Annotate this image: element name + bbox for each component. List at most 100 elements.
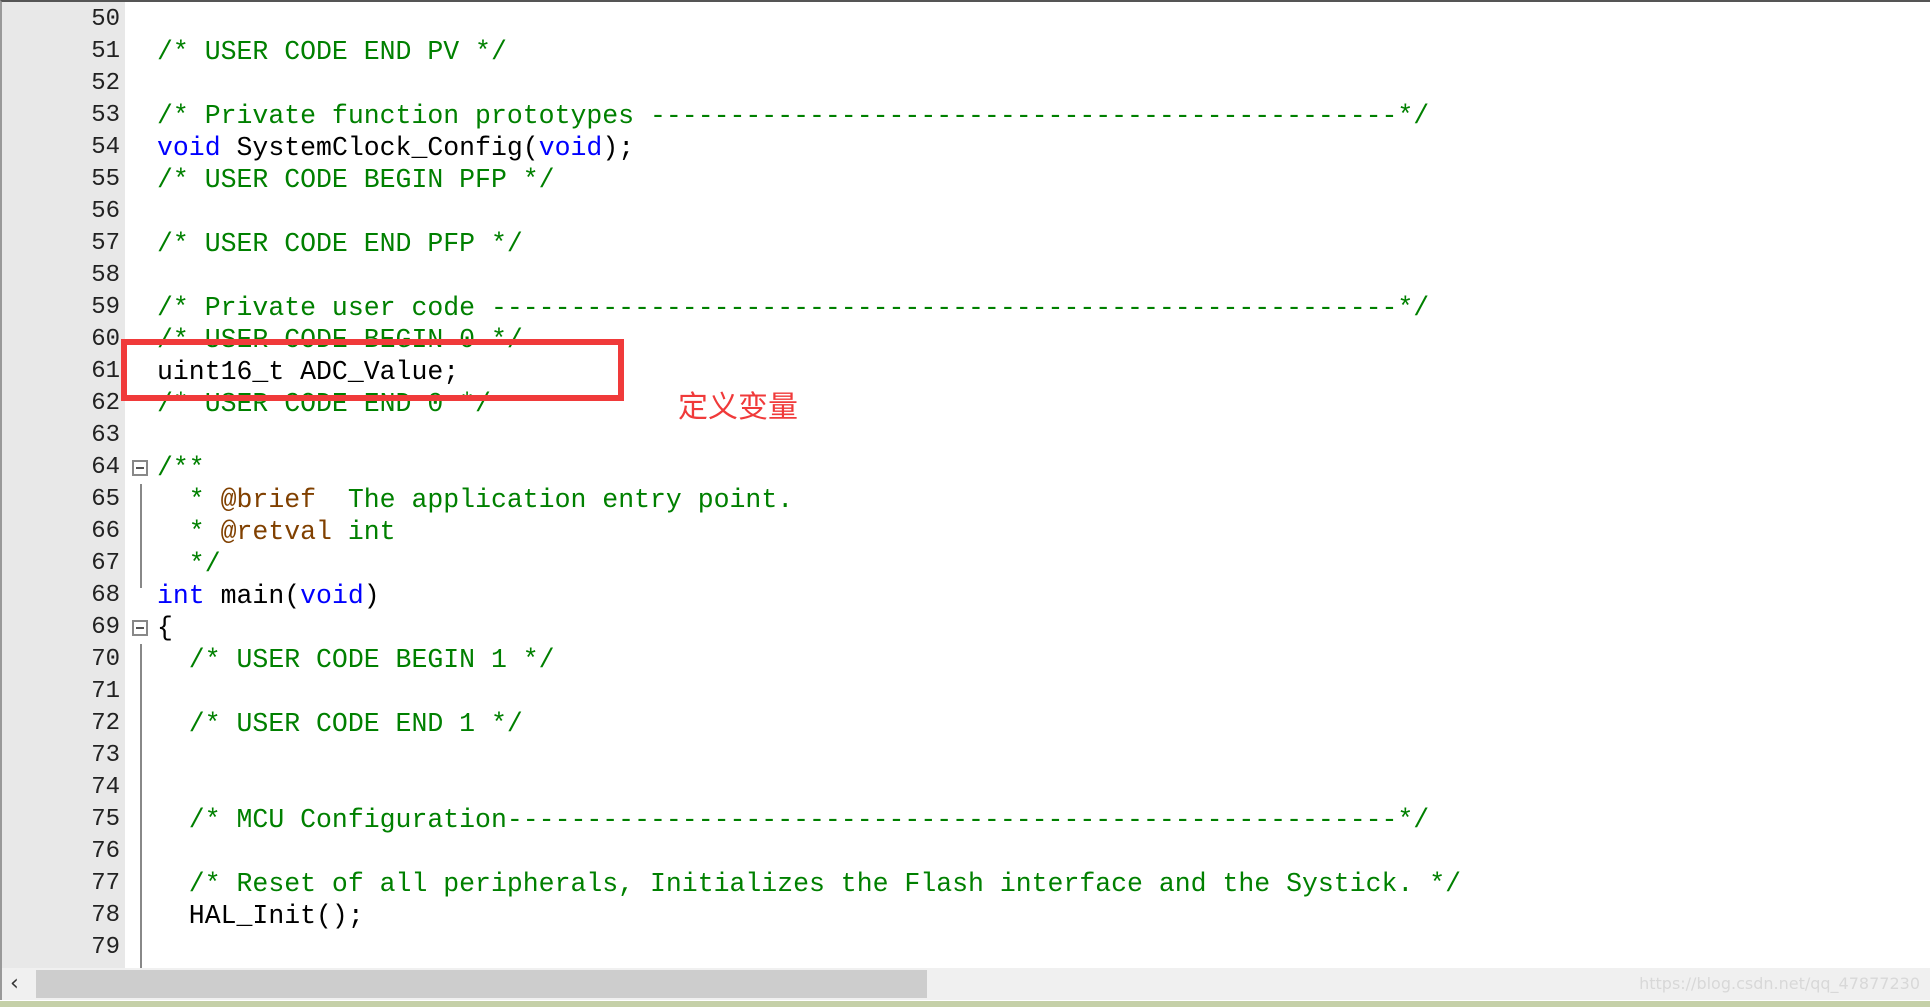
- code-token: /* USER CODE END 1 */: [157, 709, 523, 739]
- code-line: 78 HAL_Init();: [2, 900, 1930, 932]
- code-line: 58: [2, 260, 1930, 292]
- line-number: 66: [91, 518, 120, 545]
- code-token: );: [602, 133, 635, 163]
- code-token: /* USER CODE END PFP */: [157, 229, 523, 259]
- code-line: 51 /* USER CODE END PV */: [2, 36, 1930, 68]
- code-text: /* USER CODE END PFP */: [157, 228, 523, 260]
- code-line: 79: [2, 932, 1930, 964]
- scrollbar-thumb[interactable]: [36, 970, 927, 998]
- code-text: int main(void): [157, 580, 380, 612]
- code-text: /* USER CODE BEGIN PFP */: [157, 164, 555, 196]
- line-number: 63: [91, 422, 120, 449]
- code-text: /* Private function prototypes ---------…: [157, 100, 1429, 132]
- code-line: 52: [2, 68, 1930, 100]
- code-token: ): [363, 581, 380, 611]
- line-number: 77: [91, 870, 120, 897]
- line-number: 60: [91, 326, 120, 353]
- line-number: 70: [91, 646, 120, 673]
- code-text: /* USER CODE END 1 */: [157, 708, 523, 740]
- annotation-label: 定义变量: [678, 390, 798, 425]
- line-number: 79: [91, 934, 120, 961]
- code-text: * @brief The application entry point.: [157, 484, 793, 516]
- line-number: 75: [91, 806, 120, 833]
- line-number: 64: [91, 454, 120, 481]
- line-number: 76: [91, 838, 120, 865]
- code-token: @retval: [220, 517, 332, 547]
- code-token: /* Reset of all peripherals, Initializes…: [157, 869, 1462, 899]
- line-number: 74: [91, 774, 120, 801]
- code-token: */: [157, 549, 221, 579]
- watermark: https://blog.csdn.net/qq_47877230: [1639, 974, 1920, 993]
- code-text: HAL_Init();: [157, 900, 364, 932]
- code-token: *: [157, 485, 221, 515]
- code-line: 74: [2, 772, 1930, 804]
- code-line: 67 */: [2, 548, 1930, 580]
- chevron-left-icon[interactable]: ‹: [10, 968, 19, 1000]
- code-token: /* MCU Configuration--------------------…: [157, 805, 1430, 835]
- code-token: /* USER CODE BEGIN 1 */: [157, 645, 555, 675]
- code-token: HAL_Init: [157, 901, 317, 931]
- code-token: ();: [316, 901, 364, 931]
- code-line: 56: [2, 196, 1930, 228]
- code-token: int: [157, 581, 205, 611]
- code-text: /**: [157, 452, 205, 484]
- line-number: 53: [91, 102, 120, 129]
- code-editor[interactable]: 50 51 /* USER CODE END PV */ 52 53 /* Private…: [0, 0, 1930, 968]
- code-line: 76: [2, 836, 1930, 868]
- code-line: 53 /* Private function prototypes -------…: [2, 100, 1930, 132]
- code-token: (: [284, 581, 301, 611]
- code-token: SystemClock_Config: [220, 133, 523, 163]
- code-line: 63: [2, 420, 1930, 452]
- line-number: 68: [91, 582, 120, 609]
- code-text: /* MCU Configuration--------------------…: [157, 804, 1429, 836]
- code-token: The application entry point.: [316, 485, 794, 515]
- fold-collapse-icon[interactable]: [132, 460, 148, 476]
- code-token: int: [331, 517, 396, 547]
- line-number: 62: [91, 390, 120, 417]
- line-number: 65: [91, 486, 120, 513]
- code-line: 71: [2, 676, 1930, 708]
- line-number: 57: [91, 230, 120, 257]
- code-line: 65 * @brief The application entry point.: [2, 484, 1930, 516]
- code-line: 72 /* USER CODE END 1 */: [2, 708, 1930, 740]
- code-token: void: [157, 133, 221, 163]
- line-number: 50: [91, 6, 120, 33]
- line-number: 72: [91, 710, 120, 737]
- line-number: 58: [91, 262, 120, 289]
- code-token: /* Private user code -------------------…: [157, 293, 1430, 323]
- horizontal-scrollbar[interactable]: ‹ https://blog.csdn.net/qq_47877230: [0, 968, 1930, 1000]
- code-text: */: [157, 548, 221, 580]
- line-number: 69: [91, 614, 120, 641]
- code-token: *: [157, 517, 221, 547]
- code-line: 64 /**: [2, 452, 1930, 484]
- code-token: /* USER CODE END PV */: [157, 37, 507, 67]
- code-token: /* USER CODE BEGIN PFP */: [157, 165, 555, 195]
- code-line: 57 /* USER CODE END PFP */: [2, 228, 1930, 260]
- line-number: 67: [91, 550, 120, 577]
- line-number: 56: [91, 198, 120, 225]
- line-number: 71: [91, 678, 120, 705]
- code-text: void SystemClock_Config(void);: [157, 132, 634, 164]
- code-line: 59 /* Private user code -----------------…: [2, 292, 1930, 324]
- code-token: main: [204, 581, 285, 611]
- code-line: 68 int main(void): [2, 580, 1930, 612]
- code-token: void: [538, 133, 603, 163]
- line-number: 73: [91, 742, 120, 769]
- line-number: 51: [91, 38, 120, 65]
- code-text: {: [157, 612, 173, 644]
- fold-guide: [140, 484, 142, 588]
- code-line: 77 /* Reset of all peripherals, Initiali…: [2, 868, 1930, 900]
- code-text: /* USER CODE BEGIN 1 */: [157, 644, 555, 676]
- code-text: /* USER CODE END PV */: [157, 36, 507, 68]
- code-line: 50: [2, 4, 1930, 36]
- code-text: * @retval int: [157, 516, 396, 548]
- code-line: 66 * @retval int: [2, 516, 1930, 548]
- code-line: 69 {: [2, 612, 1930, 644]
- code-text: /* Private user code -------------------…: [157, 292, 1429, 324]
- code-token: /* Private function prototypes ---------…: [157, 101, 1430, 131]
- line-number: 61: [91, 358, 120, 385]
- code-token: (: [522, 133, 539, 163]
- code-line: 55 /* USER CODE BEGIN PFP */: [2, 164, 1930, 196]
- fold-collapse-icon[interactable]: [132, 620, 148, 636]
- line-number: 54: [91, 134, 120, 161]
